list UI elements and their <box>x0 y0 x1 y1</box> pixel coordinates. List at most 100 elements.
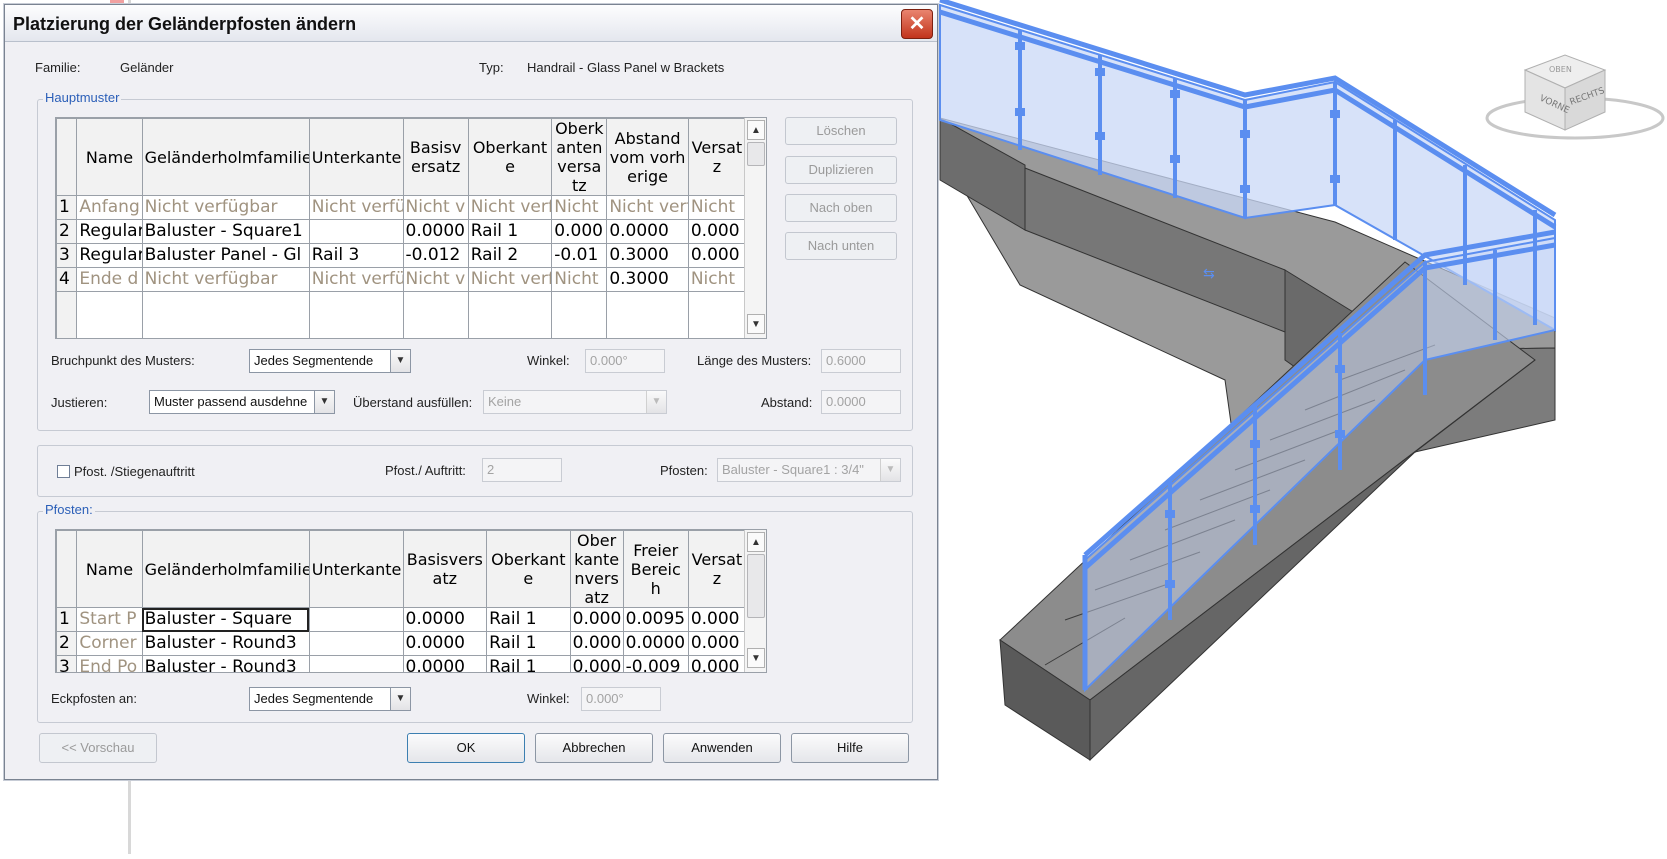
column-header-freier-bereich[interactable]: Freier Bereich <box>622 530 689 608</box>
ok-button[interactable]: OK <box>407 733 525 763</box>
pfost-auftritt-input[interactable]: 2 <box>482 458 562 482</box>
cell[interactable]: 0.0000 <box>402 631 488 656</box>
column-header-versatz[interactable]: Versatz <box>687 530 747 608</box>
nach-unten-button[interactable]: Nach unten <box>785 232 897 260</box>
cell[interactable]: 0.000 <box>569 607 624 632</box>
scroll-down-icon[interactable]: ▼ <box>747 648 765 668</box>
row-number[interactable]: 4 <box>56 267 78 292</box>
hauptmuster-scrollbar[interactable]: ▲ ▼ <box>744 118 766 338</box>
chevron-down-icon[interactable]: ▼ <box>880 459 900 481</box>
duplizieren-button[interactable]: Duplizieren <box>785 156 897 184</box>
scroll-down-icon[interactable]: ▼ <box>747 314 765 334</box>
dialog-titlebar[interactable]: Platzierung der Geländerpfosten ändern ✕ <box>5 5 937 42</box>
loeschen-button[interactable]: Löschen <box>785 117 897 145</box>
scroll-up-icon[interactable]: ▲ <box>747 532 765 552</box>
cell[interactable]: 0.0000 <box>606 219 689 244</box>
3d-view[interactable]: ⇆ VORNE RECHTS OBEN <box>935 0 1667 854</box>
cell[interactable]: Baluster - Round3 <box>141 655 310 672</box>
table-row[interactable]: 3 Regular Baluster Panel - Gl Rail 3 -0.… <box>56 243 747 268</box>
pfost-stiegenauftritt-checkbox[interactable] <box>57 465 70 478</box>
cell[interactable] <box>308 631 404 656</box>
column-header-oberkantenversatz[interactable]: Oberkantenversatz <box>569 530 624 608</box>
pfosten-scrollbar[interactable]: ▲ ▼ <box>744 530 766 672</box>
cell[interactable]: Baluster - Round3 <box>141 631 310 656</box>
row-number[interactable]: 3 <box>56 655 78 672</box>
cell[interactable]: Rail 1 <box>486 655 571 672</box>
cell[interactable]: 0.000 <box>687 607 747 632</box>
row-number[interactable]: 3 <box>56 243 78 268</box>
vorschau-button[interactable]: << Vorschau <box>39 733 157 763</box>
cell[interactable]: 0.0000 <box>402 219 469 244</box>
cell[interactable]: 0.000 <box>551 219 608 244</box>
cell[interactable]: -0.009 <box>622 655 689 672</box>
close-button[interactable]: ✕ <box>901 9 933 39</box>
cell[interactable]: 0.3000 <box>606 243 689 268</box>
anwenden-button[interactable]: Anwenden <box>663 733 781 763</box>
justieren-select[interactable]: Muster passend ausdehne ▼ <box>149 390 335 414</box>
row-number[interactable]: 1 <box>56 607 78 632</box>
row-number[interactable]: 1 <box>56 195 78 220</box>
chevron-down-icon[interactable]: ▼ <box>314 391 334 413</box>
ueberstand-select[interactable]: Keine ▼ <box>483 390 667 414</box>
cell[interactable]: 0.000 <box>569 631 624 656</box>
eckpfosten-select[interactable]: Jedes Segmentende ▼ <box>249 687 411 711</box>
table-row[interactable]: 2 Regular Baluster - Square1 0.0000 Rail… <box>56 219 747 244</box>
column-header-family[interactable]: Geländerholmfamilie <box>141 118 310 196</box>
cell[interactable]: Rail 1 <box>486 631 571 656</box>
column-header-unterkante[interactable]: Unterkante <box>308 530 404 608</box>
cell[interactable]: 0.000 <box>687 655 747 672</box>
column-header-abstand[interactable]: Abstand vom vorherige <box>606 118 689 196</box>
cell[interactable]: Regular <box>76 243 143 268</box>
row-number[interactable]: 2 <box>56 219 78 244</box>
cell[interactable]: Rail 1 <box>467 219 553 244</box>
column-header-oberkante[interactable]: Oberkante <box>467 118 553 196</box>
column-header-name[interactable]: Name <box>76 118 143 196</box>
viewcube[interactable]: VORNE RECHTS OBEN <box>1485 54 1665 140</box>
cell[interactable]: Baluster - Square1 <box>141 219 310 244</box>
flip-icon[interactable]: ⇆ <box>1203 266 1215 282</box>
column-header-name[interactable]: Name <box>76 530 143 608</box>
cell[interactable]: Rail 1 <box>486 607 571 632</box>
abstand-input[interactable]: 0.0000 <box>821 390 901 414</box>
cell[interactable] <box>308 219 404 244</box>
cell[interactable]: 0.000 <box>687 243 747 268</box>
cell[interactable] <box>308 607 404 632</box>
column-header-versatz[interactable]: Versatz <box>687 118 747 196</box>
cell[interactable]: 0.0000 <box>402 655 488 672</box>
cell[interactable]: 0.3000 <box>606 267 689 292</box>
cell[interactable]: Baluster Panel - Gl <box>141 243 310 268</box>
column-header-oberkantenversatz[interactable]: Oberkantenversatz <box>551 118 608 196</box>
chevron-down-icon[interactable]: ▼ <box>390 688 410 710</box>
column-header-family[interactable]: Geländerholmfamilie <box>141 530 310 608</box>
table-row[interactable]: 4 Ende d Nicht verfügbar Nicht verfü Nic… <box>56 267 747 292</box>
column-header-basisversatz[interactable]: Basisversatz <box>402 530 488 608</box>
nach-oben-button[interactable]: Nach oben <box>785 194 897 222</box>
cell[interactable]: 0.0000 <box>402 607 488 632</box>
column-header-basisversatz[interactable]: Basisversatz <box>402 118 469 196</box>
cell[interactable]: -0.012 <box>402 243 469 268</box>
table-row[interactable]: 2 Corner Baluster - Round3 0.0000 Rail 1… <box>56 631 747 656</box>
chevron-down-icon[interactable]: ▼ <box>646 391 666 413</box>
winkel-input[interactable]: 0.000° <box>585 349 665 373</box>
cell[interactable]: 0.0000 <box>622 631 689 656</box>
table-row[interactable]: 1 Anfang Nicht verfügbar Nicht verfü Nic… <box>56 195 747 220</box>
column-header-unterkante[interactable]: Unterkante <box>308 118 404 196</box>
abbrechen-button[interactable]: Abbrechen <box>535 733 653 763</box>
cell[interactable]: 0.0095 <box>622 607 689 632</box>
table-row[interactable]: 3 End Po Baluster - Round3 0.0000 Rail 1… <box>56 655 747 672</box>
pfosten-select[interactable]: Baluster - Square1 : 3/4" ▼ <box>717 458 901 482</box>
laenge-input[interactable]: 0.6000 <box>821 349 901 373</box>
chevron-down-icon[interactable]: ▼ <box>390 350 410 372</box>
cell[interactable]: 0.000 <box>569 655 624 672</box>
cell[interactable] <box>308 655 404 672</box>
cell-selected[interactable]: Baluster - Square <box>141 607 310 632</box>
cell[interactable]: Rail 2 <box>467 243 553 268</box>
cell[interactable]: Regular <box>76 219 143 244</box>
cell[interactable]: 0.000 <box>687 219 747 244</box>
column-header-oberkante[interactable]: Oberkante <box>486 530 571 608</box>
hilfe-button[interactable]: Hilfe <box>791 733 909 763</box>
bruchpunkt-select[interactable]: Jedes Segmentende ▼ <box>249 349 411 373</box>
table-row[interactable]: 1 Start P Baluster - Square 0.0000 Rail … <box>56 607 747 632</box>
cell[interactable]: Rail 3 <box>308 243 404 268</box>
cell[interactable]: 0.000 <box>687 631 747 656</box>
